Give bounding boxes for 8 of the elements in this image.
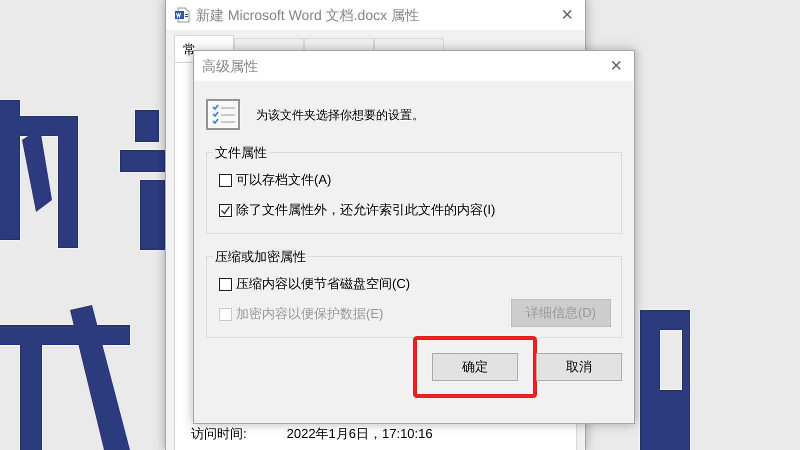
window-title: 新建 Microsoft Word 文档.docx 属性 xyxy=(196,6,420,24)
field-label: 访问时间: xyxy=(191,425,247,443)
checkbox-label: 可以存档文件(A) xyxy=(236,171,332,190)
prompt-text: 为该文件夹选择你想要的设置。 xyxy=(256,106,424,124)
field-value: 2022年1月6日，17:10:16 xyxy=(286,425,433,443)
checkbox-label: 除了文件属性外，还允许索引此文件的内容(I) xyxy=(236,201,496,220)
checkbox-label: 压缩内容以便节省磁盘空间(C) xyxy=(236,275,410,294)
checkbox-label: 加密内容以便保护数据(E) xyxy=(236,305,384,324)
